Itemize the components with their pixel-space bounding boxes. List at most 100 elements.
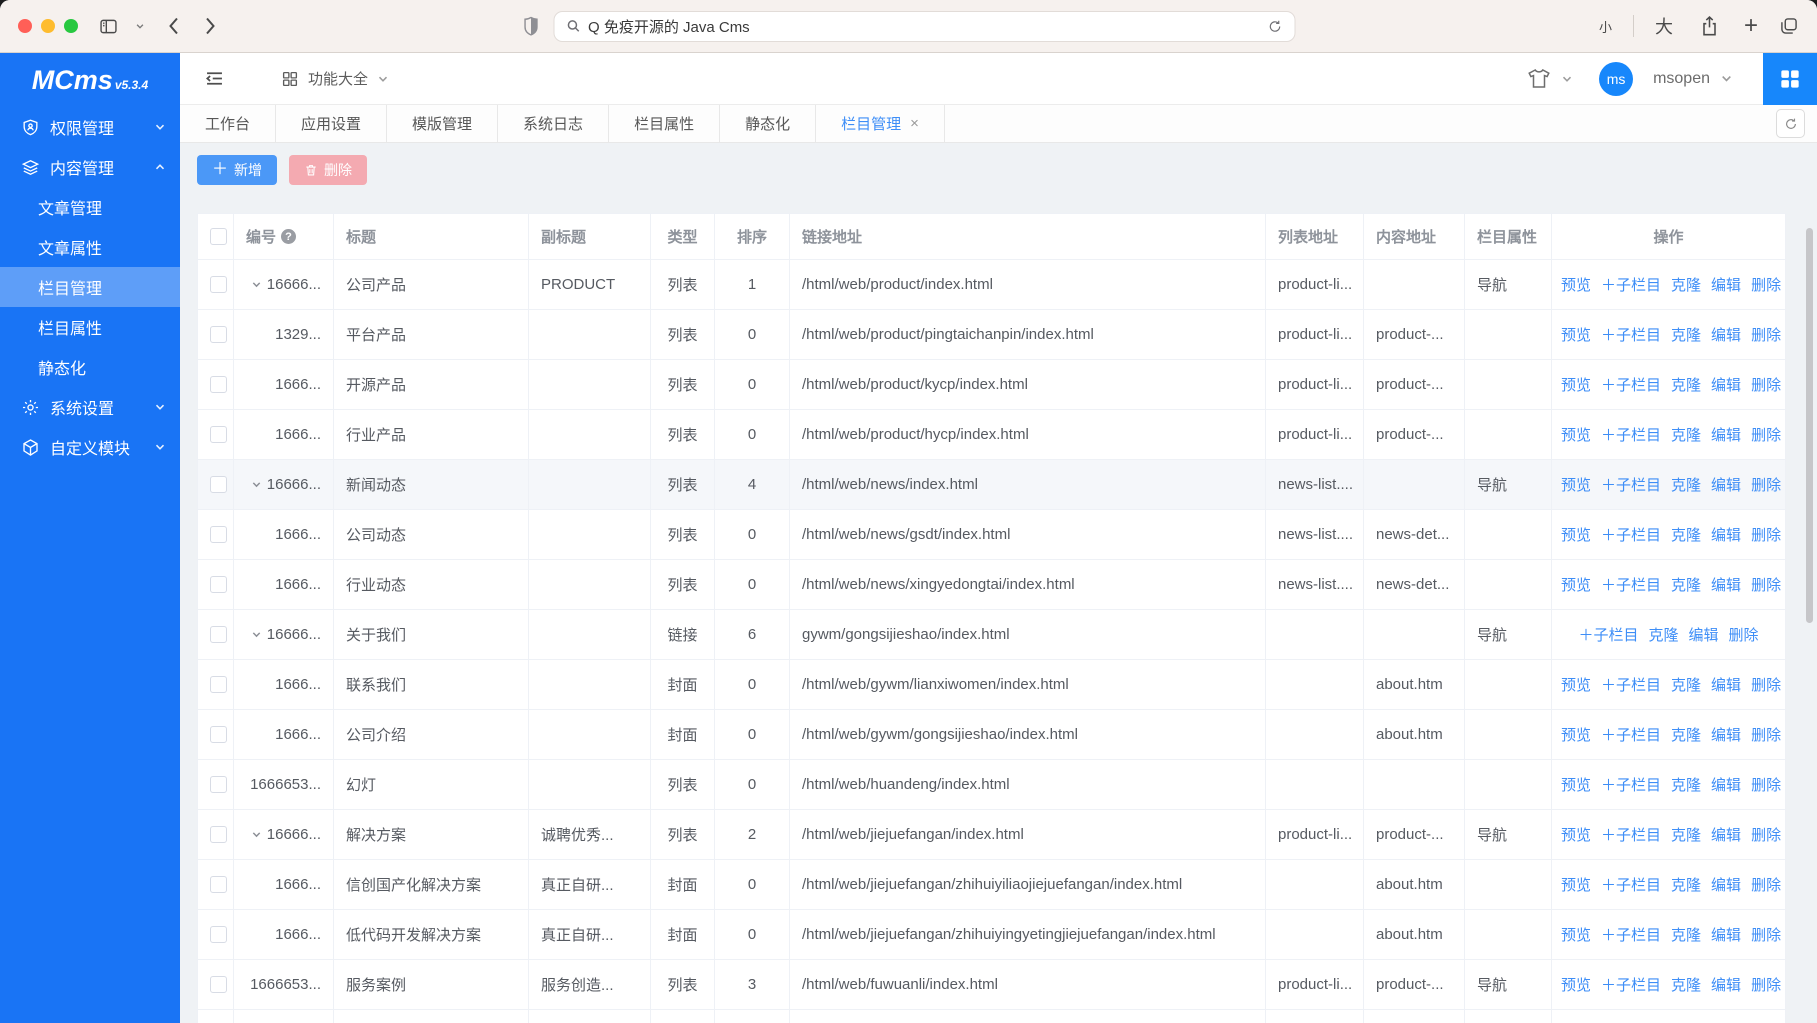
action-add-subcolumn[interactable]: ＋子栏目 [1601, 277, 1661, 294]
action-preview[interactable]: 预览 [1561, 477, 1591, 494]
action-preview[interactable]: 预览 [1561, 727, 1591, 744]
row-checkbox[interactable] [210, 326, 227, 343]
sidebar-item-custom-modules[interactable]: 自定义模块 [0, 427, 180, 467]
sidebar-item-column-attributes[interactable]: 栏目属性 [0, 307, 180, 347]
tab-column-attributes[interactable]: 栏目属性 [609, 105, 720, 142]
text-size-increase-button[interactable]: 大 [1655, 13, 1673, 39]
action-add-subcolumn[interactable]: ＋子栏目 [1601, 977, 1661, 994]
forward-button[interactable] [204, 16, 217, 36]
row-checkbox[interactable] [210, 926, 227, 943]
action-clone[interactable]: 克隆 [1671, 927, 1701, 944]
action-clone[interactable]: 克隆 [1671, 277, 1701, 294]
action-add-subcolumn[interactable]: ＋子栏目 [1601, 427, 1661, 444]
action-delete[interactable]: 删除 [1751, 377, 1781, 394]
expand-chevron-icon[interactable] [251, 479, 262, 490]
action-delete[interactable]: 删除 [1751, 527, 1781, 544]
action-delete[interactable]: 删除 [1751, 927, 1781, 944]
action-delete[interactable]: 删除 [1751, 327, 1781, 344]
action-edit[interactable]: 编辑 [1689, 627, 1719, 644]
expand-chevron-icon[interactable] [251, 279, 262, 290]
new-tab-button[interactable]: + [1744, 12, 1758, 40]
action-add-subcolumn[interactable]: ＋子栏目 [1601, 827, 1661, 844]
user-chevron-down-icon[interactable] [1720, 72, 1733, 85]
tab-close-icon[interactable]: × [910, 116, 919, 131]
action-add-subcolumn[interactable]: ＋子栏目 [1578, 627, 1638, 644]
action-preview[interactable]: 预览 [1561, 877, 1591, 894]
sidebar-item-content-management[interactable]: 内容管理 [0, 147, 180, 187]
action-preview[interactable]: 预览 [1561, 927, 1591, 944]
sidebar-item-static-generation[interactable]: 静态化 [0, 347, 180, 387]
action-delete[interactable]: 删除 [1751, 477, 1781, 494]
sidebar-toggle-icon[interactable] [98, 16, 119, 37]
apps-launcher-button[interactable] [1763, 53, 1817, 105]
action-add-subcolumn[interactable]: ＋子栏目 [1601, 677, 1661, 694]
tab-system-logs[interactable]: 系统日志 [498, 105, 609, 142]
action-edit[interactable]: 编辑 [1711, 377, 1741, 394]
close-window-button[interactable] [18, 19, 32, 33]
action-add-subcolumn[interactable]: ＋子栏目 [1601, 527, 1661, 544]
text-size-decrease-button[interactable]: 小 [1599, 17, 1612, 36]
row-checkbox[interactable] [210, 576, 227, 593]
tab-overview-button[interactable] [1779, 16, 1799, 36]
tabbar-refresh-button[interactable] [1776, 109, 1805, 138]
delete-button[interactable]: 删除 [289, 155, 367, 185]
action-preview[interactable]: 预览 [1561, 677, 1591, 694]
action-preview[interactable]: 预览 [1561, 377, 1591, 394]
back-button[interactable] [167, 16, 180, 36]
privacy-shield-icon[interactable] [522, 16, 539, 37]
action-edit[interactable]: 编辑 [1711, 677, 1741, 694]
action-delete[interactable]: 删除 [1751, 727, 1781, 744]
action-edit[interactable]: 编辑 [1711, 827, 1741, 844]
tab-template-management[interactable]: 模版管理 [387, 105, 498, 142]
action-preview[interactable]: 预览 [1561, 527, 1591, 544]
row-checkbox[interactable] [210, 376, 227, 393]
action-preview[interactable]: 预览 [1561, 577, 1591, 594]
help-icon[interactable]: ? [281, 229, 296, 244]
action-preview[interactable]: 预览 [1561, 427, 1591, 444]
action-edit[interactable]: 编辑 [1711, 727, 1741, 744]
row-checkbox[interactable] [210, 976, 227, 993]
sidebar-item-article-management[interactable]: 文章管理 [0, 187, 180, 227]
action-clone[interactable]: 克隆 [1671, 427, 1701, 444]
action-preview[interactable]: 预览 [1561, 977, 1591, 994]
action-edit[interactable]: 编辑 [1711, 777, 1741, 794]
tab-workbench[interactable]: 工作台 [180, 105, 276, 142]
tab-group-chevron-icon[interactable] [135, 21, 145, 31]
action-edit[interactable]: 编辑 [1711, 577, 1741, 594]
minimize-window-button[interactable] [41, 19, 55, 33]
action-edit[interactable]: 编辑 [1711, 277, 1741, 294]
theme-tshirt-icon[interactable] [1527, 68, 1551, 90]
sidebar-item-system-settings[interactable]: 系统设置 [0, 387, 180, 427]
action-edit[interactable]: 编辑 [1711, 927, 1741, 944]
action-add-subcolumn[interactable]: ＋子栏目 [1601, 477, 1661, 494]
sidebar-item-article-attributes[interactable]: 文章属性 [0, 227, 180, 267]
action-clone[interactable]: 克隆 [1671, 327, 1701, 344]
row-checkbox[interactable] [210, 526, 227, 543]
action-clone[interactable]: 克隆 [1671, 877, 1701, 894]
row-checkbox[interactable] [210, 776, 227, 793]
share-icon[interactable] [1700, 15, 1719, 37]
action-delete[interactable]: 删除 [1751, 577, 1781, 594]
tab-app-settings[interactable]: 应用设置 [276, 105, 387, 142]
nav-menu[interactable]: 功能大全 [281, 68, 389, 89]
menu-fold-icon[interactable] [204, 68, 225, 89]
expand-chevron-icon[interactable] [251, 829, 262, 840]
row-checkbox[interactable] [210, 626, 227, 643]
row-checkbox[interactable] [210, 826, 227, 843]
row-checkbox[interactable] [210, 476, 227, 493]
action-delete[interactable]: 删除 [1751, 777, 1781, 794]
action-edit[interactable]: 编辑 [1711, 977, 1741, 994]
row-checkbox[interactable] [210, 726, 227, 743]
sidebar-item-permission-management[interactable]: 权限管理 [0, 107, 180, 147]
row-checkbox[interactable] [210, 276, 227, 293]
zoom-window-button[interactable] [64, 19, 78, 33]
action-preview[interactable]: 预览 [1561, 277, 1591, 294]
action-edit[interactable]: 编辑 [1711, 427, 1741, 444]
action-clone[interactable]: 克隆 [1671, 777, 1701, 794]
url-bar[interactable]: Q 免疫开源的 Java Cms [553, 11, 1295, 42]
action-clone[interactable]: 克隆 [1671, 827, 1701, 844]
reload-icon[interactable] [1267, 19, 1282, 34]
action-clone[interactable]: 克隆 [1671, 577, 1701, 594]
action-delete[interactable]: 删除 [1751, 977, 1781, 994]
expand-chevron-icon[interactable] [251, 629, 262, 640]
